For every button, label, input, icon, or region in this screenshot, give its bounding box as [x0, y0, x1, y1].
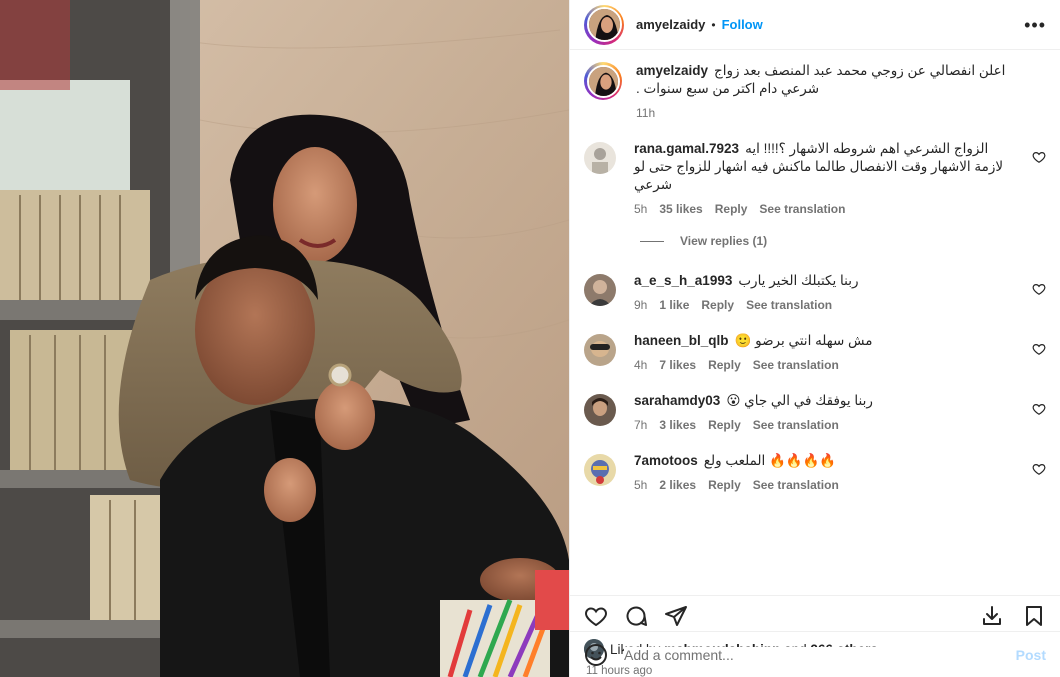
comment-likes[interactable]: 1 like — [659, 298, 689, 312]
reply-button[interactable]: Reply — [701, 298, 734, 312]
author-avatar-image — [588, 9, 620, 40]
comment-username[interactable]: a_e_s_h_a1993 — [634, 273, 732, 288]
follow-button[interactable]: Follow — [722, 17, 763, 32]
comment-likes[interactable]: 2 likes — [659, 478, 696, 492]
comment-text: 🔥🔥🔥🔥 الملعب ولع — [703, 453, 837, 468]
comment-time[interactable]: 9h — [634, 298, 647, 312]
add-comment-bar: Post — [570, 631, 1060, 677]
see-translation-button[interactable]: See translation — [746, 298, 832, 312]
comment-like-heart-icon[interactable] — [1032, 462, 1046, 476]
comment-item: 7amotoos 🔥🔥🔥🔥 الملعب ولع 5h 2 likes Reply… — [584, 452, 1046, 492]
replies-line — [640, 240, 664, 242]
comment-item: haneen_bl_qlb مش سهله انتي برضو 🙂 4h 7 li… — [584, 332, 1046, 372]
comment-like-heart-icon[interactable] — [1032, 342, 1046, 356]
comment-like-heart-icon[interactable] — [1032, 150, 1046, 164]
comment-username[interactable]: 7amotoos — [634, 453, 698, 468]
heart-icon[interactable] — [584, 604, 608, 628]
post-comment-button[interactable]: Post — [1016, 647, 1046, 663]
bookmark-icon[interactable] — [1022, 604, 1046, 628]
post-header: amyelzaidy • Follow ••• — [570, 0, 1060, 50]
comment-item: a_e_s_h_a1993 ربنا يكتبلك الخير يارب 9h 1… — [584, 272, 1046, 312]
post-action-bar — [570, 595, 1060, 635]
post-image — [0, 0, 569, 677]
comment-username[interactable]: haneen_bl_qlb — [634, 333, 729, 348]
comment-icon[interactable] — [624, 604, 648, 628]
reply-button[interactable]: Reply — [708, 478, 741, 492]
commenter-avatar[interactable] — [584, 454, 616, 486]
commenter-avatar[interactable] — [584, 334, 616, 366]
reply-button[interactable]: Reply — [715, 202, 748, 216]
comment-likes[interactable]: 35 likes — [659, 202, 702, 216]
comment-like-heart-icon[interactable] — [1032, 402, 1046, 416]
see-translation-button[interactable]: See translation — [753, 358, 839, 372]
author-avatar[interactable] — [584, 4, 624, 45]
comment-time[interactable]: 5h — [634, 202, 647, 216]
comment-time[interactable]: 4h — [634, 358, 647, 372]
view-replies-button[interactable]: View replies (1) — [640, 234, 1046, 248]
comment-time[interactable]: 7h — [634, 418, 647, 432]
commenter-avatar[interactable] — [584, 142, 616, 174]
comment-likes[interactable]: 7 likes — [659, 358, 696, 372]
view-replies-label[interactable]: View replies (1) — [680, 234, 767, 248]
caption-username[interactable]: amyelzaidy — [636, 63, 708, 78]
commenter-avatar[interactable] — [584, 394, 616, 426]
comment-username[interactable]: sarahamdy03 — [634, 393, 720, 408]
post-photo[interactable] — [0, 0, 569, 677]
separator-dot: • — [711, 17, 716, 32]
comment-username[interactable]: rana.gamal.7923 — [634, 141, 739, 156]
comment-time[interactable]: 5h — [634, 478, 647, 492]
comments-list: amyelzaidy اعلن انفصالي عن زوجي محمد عبد … — [570, 50, 1060, 595]
author-username[interactable]: amyelzaidy — [636, 17, 705, 32]
post-viewer: amyelzaidy • Follow ••• amyelzaidy اعلن … — [0, 0, 1060, 677]
see-translation-button[interactable]: See translation — [753, 418, 839, 432]
comment-item: sarahamdy03 ربنا يوفقك في الي جاي 😮 7h 3 … — [584, 392, 1046, 432]
post-details: amyelzaidy • Follow ••• amyelzaidy اعلن … — [569, 0, 1060, 677]
comment-like-heart-icon[interactable] — [1032, 282, 1046, 296]
comment-likes[interactable]: 3 likes — [659, 418, 696, 432]
comment-text: ربنا يوفقك في الي جاي 😮 — [726, 393, 873, 408]
caption-time[interactable]: 11h — [636, 106, 655, 120]
see-translation-button[interactable]: See translation — [759, 202, 845, 216]
comment-text: مش سهله انتي برضو 🙂 — [734, 333, 873, 348]
commenter-avatar[interactable] — [584, 274, 616, 306]
reply-button[interactable]: Reply — [708, 418, 741, 432]
post-caption: amyelzaidy اعلن انفصالي عن زوجي محمد عبد … — [584, 62, 1046, 120]
comment-input[interactable] — [624, 646, 1016, 663]
more-options-icon[interactable]: ••• — [1024, 16, 1046, 34]
comment-text: ربنا يكتبلك الخير يارب — [738, 273, 859, 288]
share-icon[interactable] — [664, 604, 688, 628]
download-icon[interactable] — [980, 604, 1004, 628]
caption-avatar-image — [588, 66, 618, 96]
reply-button[interactable]: Reply — [708, 358, 741, 372]
caption-avatar[interactable] — [584, 62, 622, 100]
see-translation-button[interactable]: See translation — [753, 478, 839, 492]
emoji-icon[interactable] — [584, 643, 608, 667]
comment-item: rana.gamal.7923 الزواج الشرعي اهم شروطه ا… — [584, 140, 1046, 216]
